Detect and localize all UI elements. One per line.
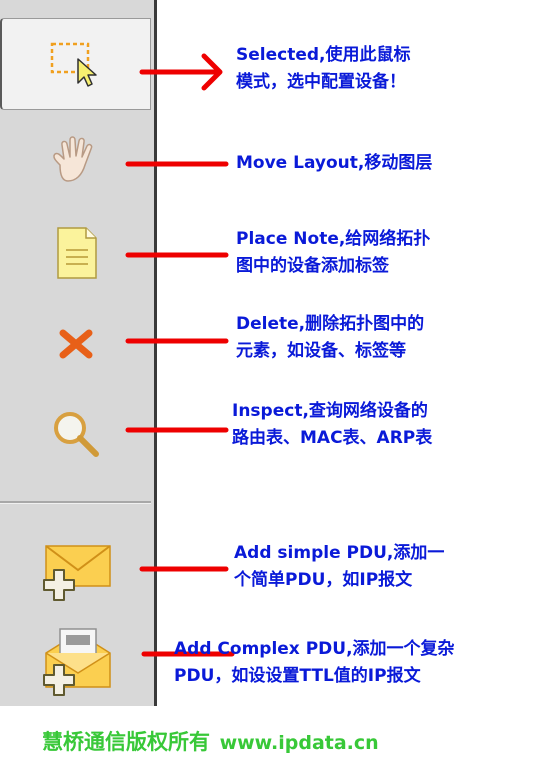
move-description: Move Layout,移动图层 bbox=[236, 150, 432, 177]
note-description-line2: 图中的设备添加标签 bbox=[236, 256, 389, 276]
inspect-description-line1: Inspect,查询网络设备的 bbox=[232, 401, 428, 421]
simple-pdu-description-line1: Add simple PDU,添加一 bbox=[234, 543, 445, 563]
website-url: www.ipdata.cn bbox=[219, 732, 379, 754]
inspect-description-line2: 路由表、MAC表、ARP表 bbox=[232, 428, 433, 448]
delete-description-line1: Delete,删除拓扑图中的 bbox=[236, 314, 425, 334]
toolbar-divider bbox=[0, 501, 151, 504]
note-line bbox=[125, 252, 229, 258]
simple-pdu-description: Add simple PDU,添加一 个简单PDU，如IP报文 bbox=[234, 540, 444, 594]
complex-pdu-description-line1: Add Complex PDU,添加一个复杂 bbox=[174, 639, 455, 659]
add-complex-pdu-tool-button[interactable] bbox=[0, 616, 151, 706]
complex-pdu-description-line2: PDU，如设设置TTL值的IP报文 bbox=[174, 666, 421, 686]
select-arrow bbox=[139, 53, 223, 91]
move-line bbox=[125, 161, 229, 167]
complex-pdu-description: Add Complex PDU,添加一个复杂 PDU，如设设置TTL值的IP报文 bbox=[174, 636, 455, 690]
select-description-line2: 模式，选中配置设备！ bbox=[236, 72, 406, 92]
note-icon bbox=[56, 227, 97, 279]
copyright-text: 慧桥通信版权所有 bbox=[42, 730, 210, 754]
open-envelope-plus-icon bbox=[42, 628, 111, 696]
select-marquee-icon bbox=[50, 42, 97, 87]
delete-line bbox=[125, 338, 229, 344]
magnifier-icon bbox=[53, 412, 99, 457]
select-tool-button[interactable] bbox=[0, 18, 151, 110]
hand-icon bbox=[52, 136, 92, 182]
delete-description-line2: 元素，如设备、标签等 bbox=[236, 341, 406, 361]
inspect-description: Inspect,查询网络设备的 路由表、MAC表、ARP表 bbox=[232, 398, 432, 452]
inspect-line bbox=[125, 427, 229, 433]
copyright-footer: 慧桥通信版权所有 www.ipdata.cn bbox=[42, 726, 379, 756]
tool-palette bbox=[0, 0, 157, 706]
select-description: Selected,使用此鼠标 模式，选中配置设备！ bbox=[236, 42, 411, 96]
simple-pdu-description-line2: 个简单PDU，如IP报文 bbox=[234, 570, 413, 590]
simple-pdu-line bbox=[139, 566, 229, 572]
select-description-line1: Selected,使用此鼠标 bbox=[236, 45, 411, 65]
delete-x-icon bbox=[59, 329, 92, 359]
add-simple-pdu-tool-button[interactable] bbox=[0, 526, 151, 616]
envelope-plus-icon bbox=[42, 545, 111, 601]
delete-description: Delete,删除拓扑图中的 元素，如设备、标签等 bbox=[236, 311, 424, 365]
move-description-line1: Move Layout,移动图层 bbox=[236, 153, 433, 173]
note-description: Place Note,给网络拓扑 图中的设备添加标签 bbox=[236, 226, 430, 280]
note-description-line1: Place Note,给网络拓扑 bbox=[236, 229, 431, 249]
